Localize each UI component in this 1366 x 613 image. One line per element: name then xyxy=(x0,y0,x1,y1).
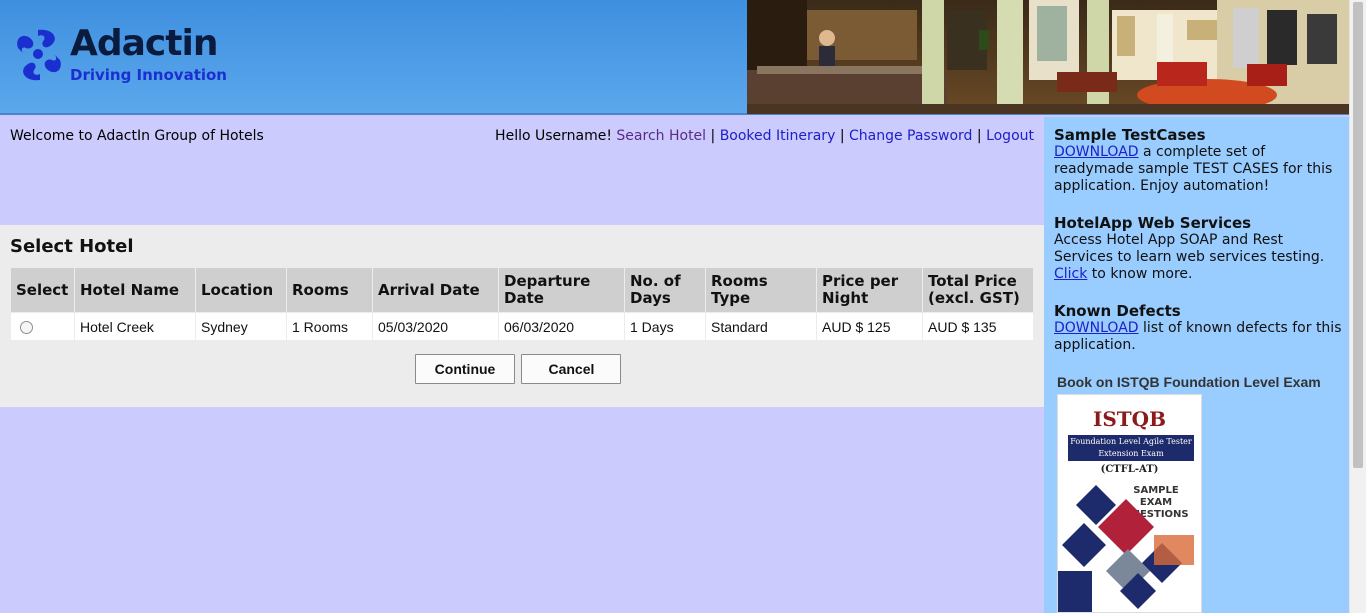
book-cover-graphic xyxy=(1058,485,1194,612)
continue-button[interactable]: Continue xyxy=(415,354,515,384)
select-hotel-panel: Select Hotel Select Hotel Name Location … xyxy=(0,225,1044,407)
rooms-type-cell: Standard xyxy=(706,313,816,340)
price-per-night-cell: AUD $ 125 xyxy=(817,313,922,340)
sample-testcases-block: Sample TestCases DOWNLOAD a complete set… xyxy=(1054,127,1344,195)
web-services-block: HotelApp Web Services Access Hotel App S… xyxy=(1054,215,1344,283)
adactin-logo-icon xyxy=(17,29,61,81)
greeting-text: Hello Username! xyxy=(495,128,612,144)
istqb-book-cover-image[interactable]: ISTQB Foundation Level Agile Tester Exte… xyxy=(1057,394,1202,613)
column-header: Arrival Date xyxy=(373,268,498,312)
nav-separator: | xyxy=(839,128,845,144)
welcome-text: Welcome to AdactIn Group of Hotels xyxy=(10,128,264,144)
column-header: Location xyxy=(196,268,286,312)
testcases-download-link[interactable]: DOWNLOAD xyxy=(1054,144,1139,160)
adactin-logo[interactable]: Adactin Driving Innovation xyxy=(10,24,250,90)
page-title: Select Hotel xyxy=(10,236,134,257)
logout-link[interactable]: Logout xyxy=(986,128,1034,144)
no-of-days-cell: 1 Days xyxy=(625,313,705,340)
departure-date-cell: 06/03/2020 xyxy=(499,313,624,340)
action-buttons: Continue Cancel xyxy=(415,354,623,384)
hotel-name-cell: Hotel Creek xyxy=(75,313,195,340)
column-header: Departure Date xyxy=(499,268,624,312)
webservices-click-link[interactable]: Click xyxy=(1054,266,1087,282)
right-sidebar: Sample TestCases DOWNLOAD a complete set… xyxy=(1044,117,1349,613)
webservices-text-after: to know more. xyxy=(1087,266,1193,282)
search-hotel-link[interactable]: Search Hotel xyxy=(616,128,706,144)
hotel-select-radio[interactable] xyxy=(20,321,33,335)
defects-title: Known Defects xyxy=(1054,302,1181,320)
column-header: Rooms xyxy=(287,268,372,312)
hotel-results-table: Select Hotel Name Location Rooms Arrival… xyxy=(10,267,1034,341)
total-price-cell: AUD $ 135 xyxy=(923,313,1033,340)
table-header-row: Select Hotel Name Location Rooms Arrival… xyxy=(11,268,1033,312)
select-cell xyxy=(11,313,74,340)
table-row: Hotel Creek Sydney 1 Rooms 05/03/2020 06… xyxy=(11,313,1033,340)
known-defects-block: Known Defects DOWNLOAD list of known def… xyxy=(1054,303,1344,354)
column-header: Price per Night xyxy=(817,268,922,312)
column-header: No. of Days xyxy=(625,268,705,312)
user-nav: Hello Username! Search Hotel | Booked It… xyxy=(495,128,1034,144)
hotel-lobby-image xyxy=(747,0,1349,114)
location-cell: Sydney xyxy=(196,313,286,340)
vertical-scrollbar[interactable] xyxy=(1349,0,1366,613)
booked-itinerary-link[interactable]: Booked Itinerary xyxy=(720,128,836,144)
nav-separator: | xyxy=(976,128,982,144)
brand-tagline: Driving Innovation xyxy=(70,66,227,84)
column-header: Select xyxy=(11,268,74,312)
brand-name: Adactin xyxy=(70,23,218,64)
webservices-title: HotelApp Web Services xyxy=(1054,214,1252,232)
change-password-link[interactable]: Change Password xyxy=(849,128,972,144)
main-content: Welcome to AdactIn Group of Hotels Hello… xyxy=(0,117,1044,613)
testcases-title: Sample TestCases xyxy=(1054,126,1206,144)
column-header: Hotel Name xyxy=(75,268,195,312)
column-header: Total Price (excl. GST) xyxy=(923,268,1033,312)
scrollbar-thumb[interactable] xyxy=(1353,2,1363,468)
webservices-text: Access Hotel App SOAP and Rest Services … xyxy=(1054,232,1325,265)
site-header: Adactin Driving Innovation xyxy=(0,0,1349,115)
cancel-button[interactable]: Cancel xyxy=(521,354,622,384)
book-heading: Book on ISTQB Foundation Level Exam xyxy=(1057,374,1321,390)
nav-separator: | xyxy=(710,128,716,144)
arrival-date-cell: 05/03/2020 xyxy=(373,313,498,340)
rooms-cell: 1 Rooms xyxy=(287,313,372,340)
column-header: Rooms Type xyxy=(706,268,816,312)
defects-download-link[interactable]: DOWNLOAD xyxy=(1054,320,1139,336)
